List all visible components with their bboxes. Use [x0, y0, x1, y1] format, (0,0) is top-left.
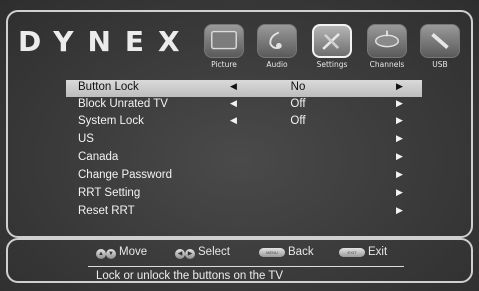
left-arrow-icon[interactable]: ◀: [230, 81, 237, 92]
left-arrow-icon[interactable]: ◀: [230, 98, 237, 109]
right-arrow-icon[interactable]: ▶: [396, 169, 403, 180]
tab-label: Channels: [369, 60, 405, 69]
settings-icon: [312, 24, 352, 58]
row-value: No: [290, 81, 306, 93]
up-down-keys-icon: ▲ ▼: [96, 247, 116, 259]
row-label: Change Password: [78, 169, 172, 181]
dynex-logo: DYNEX: [18, 24, 194, 60]
tab-usb[interactable]: USB: [416, 22, 464, 70]
hint-exit-label: Exit: [368, 246, 388, 258]
menu-row-block-unrated-tv[interactable]: Block Unrated TV ◀ Off ▶: [66, 97, 422, 114]
right-arrow-icon[interactable]: ▶: [396, 187, 403, 198]
tab-audio[interactable]: Audio: [253, 22, 301, 70]
menu-row-change-password[interactable]: Change Password ▶: [66, 168, 422, 185]
row-value: Off: [290, 115, 306, 127]
tab-label: Picture: [211, 60, 237, 69]
tv-menu-screen: DYNEX Picture Audio Settings Channels US…: [0, 0, 479, 291]
row-value: Off: [290, 98, 306, 110]
right-arrow-icon[interactable]: ▶: [396, 81, 403, 92]
hint-exit: EXIT Exit: [339, 246, 387, 258]
hint-back-label: Back: [288, 246, 314, 258]
row-label: US: [78, 133, 94, 145]
row-label: Reset RRT: [78, 205, 135, 217]
hint-select: ◀ ▶ Select: [175, 246, 230, 259]
menu-row-system-lock[interactable]: System Lock ◀ Off ▶: [66, 114, 422, 131]
right-arrow-icon[interactable]: ▶: [396, 133, 403, 144]
menu-row-reset-rrt[interactable]: Reset RRT ▶: [66, 204, 422, 221]
right-arrow-icon[interactable]: ▶: [396, 115, 403, 126]
menu-key-icon: MENU: [259, 248, 285, 257]
left-arrow-icon[interactable]: ◀: [230, 115, 237, 126]
tab-label: Settings: [316, 60, 348, 69]
hint-move-label: Move: [119, 246, 148, 258]
exit-key-icon: EXIT: [339, 248, 365, 257]
help-text: Lock or unlock the buttons on the TV: [96, 270, 284, 282]
hint-back: MENU Back: [259, 246, 314, 258]
tab-label: Audio: [266, 60, 288, 69]
right-arrow-icon[interactable]: ▶: [396, 205, 403, 216]
row-label: RRT Setting: [78, 187, 141, 199]
tab-picture[interactable]: Picture: [200, 22, 248, 70]
row-label: Block Unrated TV: [78, 98, 168, 110]
tab-settings[interactable]: Settings: [308, 22, 356, 70]
row-label: Canada: [78, 151, 119, 163]
logo-text: DYNEX: [18, 25, 194, 58]
menu-row-canada[interactable]: Canada ▶: [66, 150, 422, 167]
hint-select-label: Select: [198, 246, 230, 258]
usb-icon: [420, 24, 460, 58]
picture-icon: [204, 24, 244, 58]
hint-move: ▲ ▼ Move: [96, 246, 147, 259]
row-label: Button Lock: [78, 81, 139, 93]
right-arrow-icon[interactable]: ▶: [396, 98, 403, 109]
menu-row-rrt-setting[interactable]: RRT Setting ▶: [66, 186, 422, 203]
row-label: System Lock: [78, 115, 144, 127]
tab-label: USB: [432, 60, 448, 69]
right-arrow-icon[interactable]: ▶: [396, 151, 403, 162]
channels-icon: [367, 24, 407, 58]
menu-row-us[interactable]: US ▶: [66, 132, 422, 149]
menu-row-button-lock[interactable]: Button Lock ◀ No ▶: [66, 80, 422, 97]
left-right-keys-icon: ◀ ▶: [175, 247, 195, 259]
help-divider: [88, 266, 404, 267]
tab-channels[interactable]: Channels: [363, 22, 411, 70]
audio-icon: [257, 24, 297, 58]
